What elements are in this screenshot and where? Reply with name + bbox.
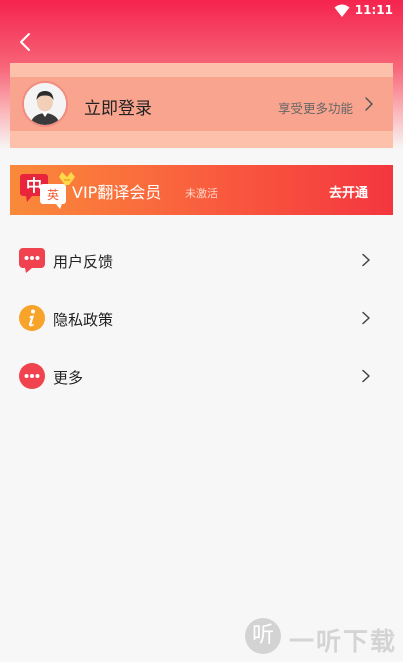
chevron-right-icon [362, 311, 370, 325]
vip-banner[interactable]: 中 英 VIP翻译会员 未激活 去开通 [10, 165, 393, 215]
wifi-icon [334, 4, 350, 17]
info-icon [19, 305, 45, 331]
chevron-right-icon[interactable] [363, 96, 375, 112]
menu-label-feedback: 用户反馈 [53, 253, 114, 271]
menu-list: 用户反馈 隐私政策 更多 [0, 232, 403, 406]
menu-label-more: 更多 [53, 369, 84, 387]
login-subtitle: 享受更多功能 [277, 101, 353, 116]
avatar-icon[interactable] [22, 81, 68, 127]
login-label[interactable]: 立即登录 [84, 94, 152, 119]
login-card: 立即登录 享受更多功能 [10, 63, 393, 148]
menu-item-privacy[interactable]: 隐私政策 [0, 290, 403, 348]
watermark-logo-icon: 听 [245, 618, 281, 654]
translate-badge-icon: 中 英 [20, 172, 75, 209]
vip-open-button[interactable]: 去开通 [329, 182, 368, 201]
back-button[interactable] [14, 30, 38, 54]
vip-status: 未激活 [185, 187, 218, 200]
more-icon [19, 363, 45, 389]
status-bar: 11:11 [0, 0, 403, 22]
badge-char-zh: 中 [26, 176, 42, 195]
chevron-right-icon [362, 253, 370, 267]
login-row[interactable]: 立即登录 享受更多功能 [10, 77, 393, 131]
menu-label-privacy: 隐私政策 [53, 311, 114, 329]
feedback-icon [19, 248, 45, 273]
menu-item-feedback[interactable]: 用户反馈 [0, 232, 403, 290]
status-time: 11:11 [354, 3, 393, 17]
chevron-left-icon [20, 33, 30, 51]
vip-title: VIP翻译会员 [72, 183, 162, 202]
watermark: 听 一听下载 [245, 614, 397, 660]
menu-item-more[interactable]: 更多 [0, 348, 403, 406]
badge-char-en: 英 [47, 188, 59, 202]
chevron-right-icon [362, 369, 370, 383]
watermark-text: 一听下载 [289, 627, 398, 656]
